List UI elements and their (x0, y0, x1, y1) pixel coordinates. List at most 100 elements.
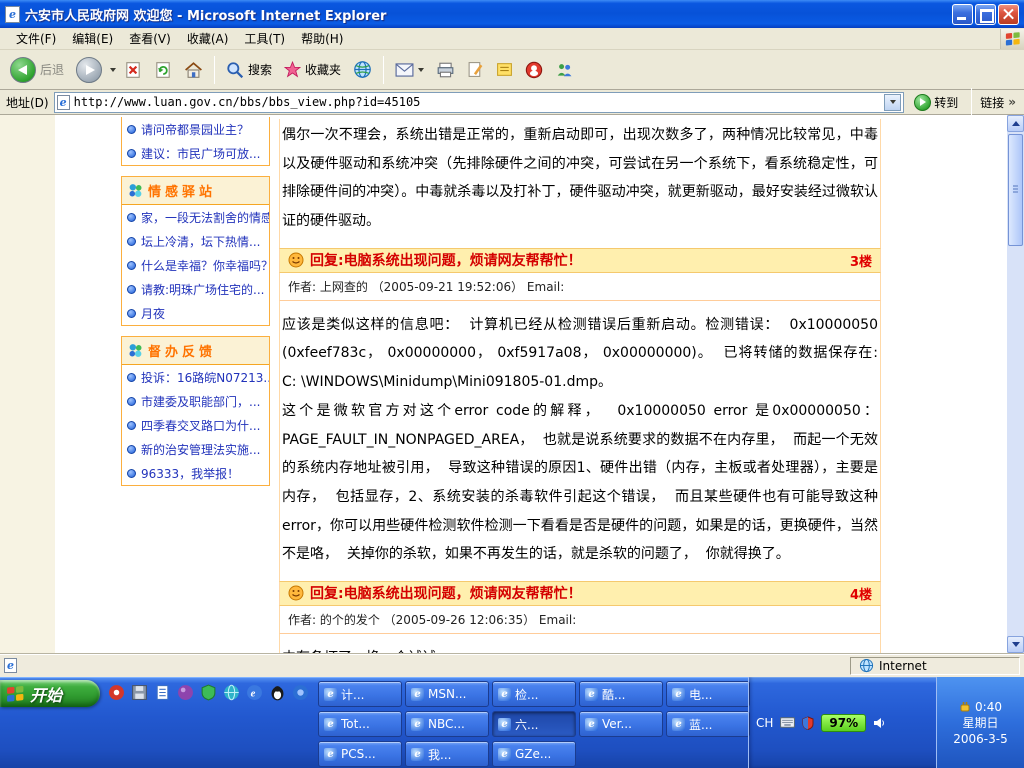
sidebar-link[interactable]: 请问帝都景园业主？ (122, 117, 269, 141)
stop-button[interactable] (120, 59, 146, 81)
menu-file[interactable]: 文件(F) (8, 28, 64, 49)
vertical-scrollbar[interactable] (1007, 115, 1024, 653)
quicklaunch-media-icon[interactable] (108, 684, 125, 701)
ie-page-icon (5, 6, 20, 23)
sidebar-link[interactable]: 什么是幸福？你幸福吗？... (122, 253, 269, 277)
quicklaunch-globe-icon[interactable] (223, 684, 240, 701)
address-label: 地址(D) (6, 94, 49, 111)
qq-button[interactable] (521, 59, 547, 81)
sidebar-link[interactable]: 月夜 (122, 301, 269, 325)
messenger-people-icon (555, 61, 574, 79)
nav-history-dropdown-icon[interactable] (110, 68, 116, 72)
quicklaunch-shield-icon[interactable] (200, 684, 217, 701)
taskbar-clock[interactable]: 0:40 星期日 2006-3-5 (936, 677, 1024, 768)
window-icon (498, 748, 511, 761)
quicklaunch-msn-icon[interactable] (292, 684, 309, 701)
sidebar-link[interactable]: 建议：市民广场可放... (122, 141, 269, 165)
taskbar-task-button[interactable]: Ver... (579, 711, 663, 737)
history-button[interactable] (349, 58, 376, 81)
task-label: Ver... (602, 717, 632, 731)
sidebar-link-label: 请教:明珠广场住宅的... (141, 281, 265, 298)
menu-help[interactable]: 帮助(H) (293, 28, 351, 49)
menu-edit[interactable]: 编辑(E) (64, 28, 121, 49)
sidebar-section-header[interactable]: 督办反馈 (122, 337, 269, 365)
quicklaunch-floppy-icon[interactable] (131, 684, 148, 701)
sidebar-link[interactable]: 四季春交叉路口为什... (122, 413, 269, 437)
taskbar-task-button[interactable]: PCS... (318, 741, 402, 767)
taskbar-task-button[interactable]: 我... (405, 741, 489, 767)
sidebar-link[interactable]: 请教:明珠广场住宅的... (122, 277, 269, 301)
links-button[interactable]: 链接 » (980, 94, 1018, 111)
messenger-button[interactable] (551, 59, 578, 81)
go-button[interactable]: 转到 (909, 93, 963, 112)
taskbar-task-button-active[interactable]: 六... (492, 711, 576, 737)
shield-icon[interactable] (802, 716, 814, 730)
address-dropdown-button[interactable] (884, 94, 901, 111)
menu-favorites[interactable]: 收藏(A) (179, 28, 237, 49)
scroll-down-button[interactable] (1007, 636, 1024, 653)
window-icon (411, 748, 424, 761)
sidebar-link[interactable]: 家，一段无法割舍的情感 (122, 205, 269, 229)
mail-button[interactable] (391, 61, 428, 79)
favorites-star-icon (284, 61, 301, 78)
input-method-indicator[interactable]: CH (756, 716, 773, 730)
window-icon (411, 688, 424, 701)
menu-tools[interactable]: 工具(T) (236, 28, 293, 49)
sidebar-link[interactable]: 坛上冷清，坛下热情... (122, 229, 269, 253)
back-button[interactable]: 后退 (6, 55, 68, 85)
taskbar-task-button[interactable]: NBC... (405, 711, 489, 737)
reply-title: 回复:电脑系统出现问题，烦请网友帮帮忙！ (310, 583, 582, 603)
sidebar-link[interactable]: 市建委及职能部门，... (122, 389, 269, 413)
forward-button[interactable] (72, 55, 106, 85)
search-button[interactable]: 搜索 (222, 59, 276, 81)
quicklaunch-ie-icon[interactable]: e (246, 684, 263, 701)
section-title: 情感驿站 (148, 181, 216, 200)
refresh-button[interactable] (150, 59, 176, 81)
taskbar-task-button[interactable]: 计... (318, 681, 402, 707)
window-icon (324, 748, 337, 761)
bullet-icon (127, 237, 136, 246)
taskbar-task-button[interactable]: MSN... (405, 681, 489, 707)
clock-weekday: 星期日 (962, 716, 998, 730)
start-button[interactable]: 开始 (0, 680, 100, 707)
edit-button[interactable] (463, 59, 488, 80)
back-arrow-icon (10, 57, 36, 83)
minimize-button[interactable] (952, 4, 973, 25)
sidebar-link[interactable]: 96333，我举报！ (122, 461, 269, 485)
mail-icon (395, 63, 414, 77)
address-input[interactable]: http://www.luan.gov.cn/bbs/bbs_view.php?… (54, 92, 905, 113)
scroll-up-button[interactable] (1007, 115, 1024, 132)
close-button[interactable] (998, 4, 1019, 25)
print-button[interactable] (432, 59, 459, 81)
sidebar-link[interactable]: 投诉：16路皖N07213... (122, 365, 269, 389)
sidebar-link[interactable]: 新的治安管理法实施... (122, 437, 269, 461)
menu-view[interactable]: 查看(V) (121, 28, 179, 49)
taskbar-task-button[interactable]: Tot... (318, 711, 402, 737)
taskbar-task-button[interactable]: 酷... (579, 681, 663, 707)
volume-icon[interactable] (873, 717, 887, 729)
task-label: NBC... (428, 717, 465, 731)
taskbar-task-button[interactable]: 蓝... (666, 711, 750, 737)
home-button[interactable] (180, 59, 207, 81)
favorites-button[interactable]: 收藏夹 (280, 59, 345, 80)
url-page-icon (57, 95, 70, 110)
keyboard-icon[interactable] (780, 717, 795, 728)
maximize-button[interactable] (975, 4, 996, 25)
zone-label: Internet (879, 659, 927, 673)
reply-author-line: 作者: 上网查的 （2005-09-21 19:52:06） Email: (279, 273, 881, 301)
task-label: 我... (428, 746, 451, 763)
task-label: 六... (515, 716, 538, 733)
discuss-button[interactable] (492, 59, 517, 80)
quicklaunch-qq-penguin-icon[interactable] (269, 684, 286, 701)
sidebar-link-label: 四季春交叉路口为什... (141, 417, 260, 434)
scrollbar-thumb[interactable] (1008, 134, 1023, 246)
battery-level-indicator[interactable]: 97% (821, 714, 866, 732)
quicklaunch-document-icon[interactable] (154, 684, 171, 701)
window-icon (498, 688, 511, 701)
taskbar-task-button[interactable]: GZe... (492, 741, 576, 767)
go-label: 转到 (934, 94, 958, 111)
quicklaunch-ball-icon[interactable] (177, 684, 194, 701)
sidebar-section-header[interactable]: 情感驿站 (122, 177, 269, 205)
taskbar-task-button[interactable]: 检... (492, 681, 576, 707)
taskbar-task-button[interactable]: 电... (666, 681, 750, 707)
